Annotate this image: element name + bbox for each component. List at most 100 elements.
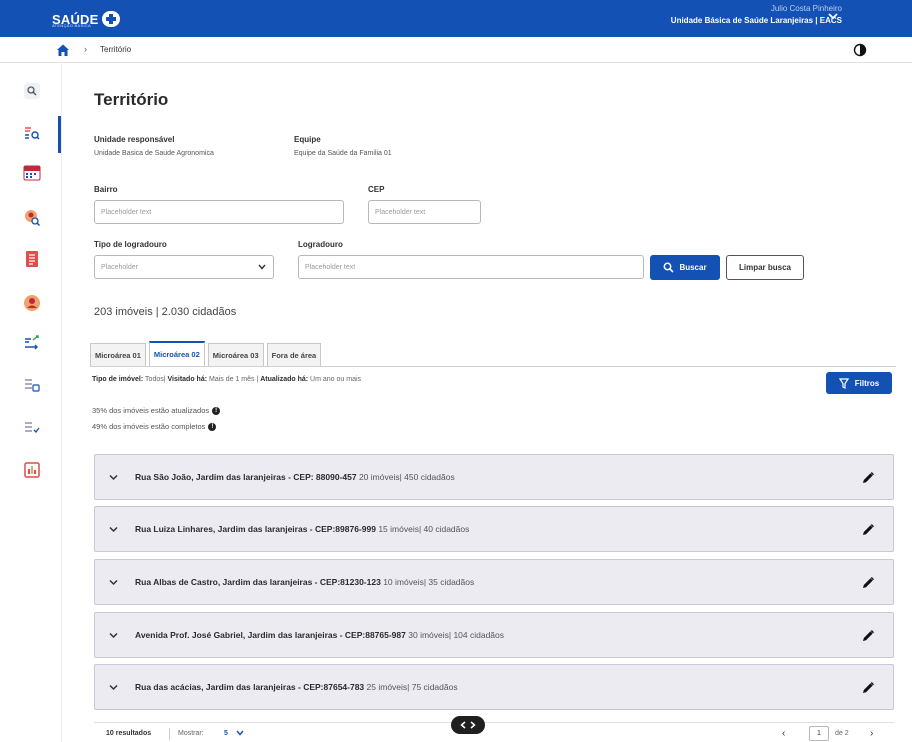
info-icon[interactable]: ! [208,422,217,431]
street-meta: 30 imóveis| 104 cidadãos [408,630,505,640]
street-meta: 15 imóveis| 40 cidadãos [378,524,470,534]
chevron-down-icon [258,264,266,270]
sidebar-item-calendar[interactable] [22,163,42,183]
logradouro-input[interactable]: Placeholder text [298,255,644,279]
tipo-logradouro-select[interactable]: Placeholder [94,255,274,279]
chevron-down-icon[interactable] [109,632,118,639]
street-meta: 20 imóveis| 450 cidadãos [358,472,455,482]
sidebar-item-search[interactable] [22,81,42,101]
street-accordion[interactable]: Rua Albas de Castro, Jardim das laranjei… [94,559,894,605]
bairro-label: Bairro [94,185,118,194]
pencil-icon[interactable] [861,471,875,485]
sidebar-item-reports[interactable] [22,460,42,480]
page-size-label: Mostrar: [178,730,204,737]
pencil-icon[interactable] [861,576,875,590]
street-accordion[interactable]: Rua São João, Jardim das laranjeiras - C… [94,454,894,500]
chevron-down-icon[interactable] [826,9,840,23]
pencil-icon[interactable] [861,523,875,537]
search-button-label: Buscar [679,263,707,272]
street-title: Avenida Prof. José Gabriel, Jardim das l… [135,630,406,640]
page-total: de 2 [835,730,849,737]
chevron-right-icon[interactable] [470,721,476,729]
person-search-icon [25,210,41,227]
filter-atualizado-value: Um ano ou mais [310,376,362,383]
logradouro-label: Logradouro [298,240,343,249]
street-summary: Rua Albas de Castro, Jardim das laranjei… [135,577,474,587]
street-accordion[interactable]: Avenida Prof. José Gabriel, Jardim das l… [94,612,894,658]
tab-microarea-01[interactable]: Microárea 01 [90,343,146,366]
list-edit-icon [25,379,40,392]
previous-page-button[interactable]: ‹ [782,728,785,739]
chevron-left-icon[interactable] [460,721,466,729]
chevron-down-icon[interactable] [109,526,118,533]
logo-cross-icon [101,11,120,27]
results-count: 10 resultados [106,730,152,737]
tab-microarea-03[interactable]: Microárea 03 [207,343,264,366]
street-meta: 10 imóveis| 35 cidadãos [383,577,475,587]
filter-icon [838,377,849,389]
user-unit: Unidade Básica de Saúde Laranjeiras | EA… [670,16,842,25]
sidebar-active-indicator [58,116,61,153]
tipo-logradouro-value: Placeholder [101,264,138,271]
stat-complete: 49% dos imóveis estão completos ! [92,422,217,431]
pagination-bar: 10 resultados Mostrar: 5 ‹ 1 de 2 › [94,722,894,742]
breadcrumb-current: Território [100,45,132,54]
filter-tipo-value: Todos [145,376,164,383]
list-check-icon [25,422,40,433]
contrast-icon[interactable] [853,43,867,57]
microarea-tabs: Microárea 01 Microárea 02 Microárea 03 F… [90,341,324,368]
top-bar: SAÚDE ATENÇÃO BÁSICA Julio Costa Pinheir… [0,0,912,37]
sidebar-item-user[interactable] [22,293,42,313]
pencil-icon[interactable] [861,629,875,643]
tab-fora-de-area[interactable]: Fora de área [266,343,322,366]
stat-complete-text: 49% dos imóveis estão completos [92,422,206,431]
street-summary: Rua das acácias, Jardim das laranjeiras … [135,682,458,692]
chevron-down-icon[interactable] [109,684,118,691]
unit-label: Unidade responsável [94,135,175,144]
breadcrumb: › Território [0,37,912,63]
sidebar-item-territory[interactable] [22,123,42,143]
page-size-select[interactable]: 5 [224,730,228,737]
filters-button[interactable]: Filtros [826,372,892,394]
chevron-down-icon[interactable] [109,474,118,481]
territory-search-icon [25,127,40,140]
home-icon[interactable] [56,43,70,57]
clear-search-button[interactable]: Limpar busca [726,255,804,280]
stat-updated: 35% dos imóveis estão atualizados ! [92,406,221,415]
document-list-icon [26,251,38,267]
bairro-input[interactable]: Placeholder text [94,200,344,224]
user-icon [24,295,40,311]
filter-visitado-value: Mais de 1 mês [209,376,255,383]
street-accordion[interactable]: Rua Luiza Linhares, Jardim das laranjeir… [94,506,894,552]
sidebar-item-transfer[interactable] [22,333,42,353]
info-icon[interactable]: ! [212,406,221,415]
pencil-icon[interactable] [861,681,875,695]
horizontal-scroll-control[interactable] [451,716,485,734]
stat-updated-text: 35% dos imóveis estão atualizados [92,406,210,415]
search-icon [24,83,40,99]
pagination-divider [169,728,170,740]
sidebar-item-records[interactable] [22,249,42,269]
sidebar-item-people[interactable] [22,208,42,228]
calendar-icon [23,165,41,181]
street-title: Rua Albas de Castro, Jardim das laranjei… [135,577,381,587]
chevron-down-icon[interactable] [109,579,118,586]
page-number-input[interactable]: 1 [809,726,829,741]
search-button[interactable]: Buscar [650,255,720,280]
user-info[interactable]: Julio Costa Pinheiro Unidade Básica de S… [671,4,842,25]
app-logo[interactable]: SAÚDE ATENÇÃO BÁSICA [52,6,120,32]
cep-input[interactable]: Placeholder text [368,200,481,224]
report-icon [24,462,40,478]
tab-microarea-02[interactable]: Microárea 02 [148,341,205,366]
team-value: Equipe da Saúde da Familia 01 [294,150,392,157]
sidebar-item-list-check[interactable] [22,418,42,438]
chevron-down-icon[interactable] [236,730,244,736]
street-summary: Rua Luiza Linhares, Jardim das laranjeir… [135,524,469,534]
page-title: Território [94,90,169,109]
street-accordion[interactable]: Rua das acácias, Jardim das laranjeiras … [94,664,894,710]
street-summary: Avenida Prof. José Gabriel, Jardim das l… [135,630,504,640]
sidebar [0,63,62,742]
sidebar-item-list-edit[interactable] [22,375,42,395]
filter-atualizado-label: Atualizado há: [260,376,309,383]
next-page-button[interactable]: › [870,728,873,739]
